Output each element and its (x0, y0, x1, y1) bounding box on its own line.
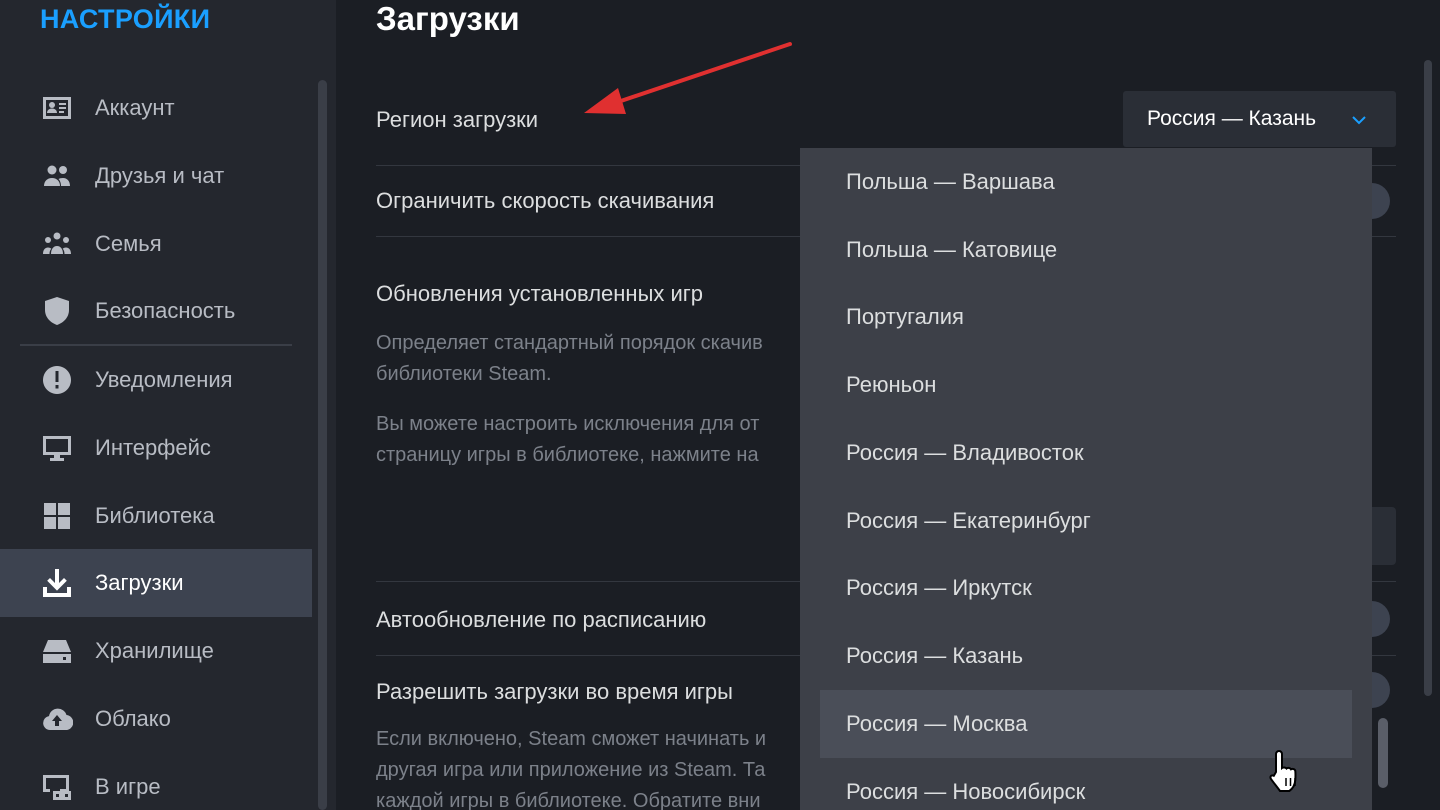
monitor-icon (40, 431, 74, 465)
description-line: библиотеки Steam. (376, 363, 552, 385)
dropdown-option[interactable]: Россия — Иркутск (820, 554, 1352, 622)
dropdown-option[interactable]: Россия — Екатеринбург (820, 487, 1352, 555)
sidebar-item-label: Хранилище (95, 638, 214, 663)
shield-icon (40, 294, 74, 328)
option-label: Россия — Владивосток (846, 440, 1084, 465)
sidebar-item-friends[interactable]: Друзья и чат (0, 142, 312, 210)
description-line: каждой игры в библиотеке. Обратите вни (376, 790, 761, 810)
updates-description: Определяет стандартный порядок скачив би… (376, 328, 816, 390)
region-label: Регион загрузки (376, 107, 539, 132)
option-label: Россия — Москва (846, 711, 1028, 736)
dropdown-option[interactable]: Польша — Катовице (820, 216, 1352, 284)
option-label: Россия — Иркутск (846, 575, 1032, 600)
description-line: Если включено, Steam сможет начинать и (376, 728, 767, 750)
drive-icon (40, 634, 74, 668)
sidebar-item-label: Аккаунт (95, 95, 175, 120)
account-card-icon (40, 91, 74, 125)
updates-exceptions-description: Вы можете настроить исключения для от ст… (376, 409, 816, 471)
description-line: страницу игры в библиотеке, нажмите на (376, 444, 759, 466)
option-label: Реюньон (846, 372, 937, 397)
allow-downloads-description: Если включено, Steam сможет начинать и д… (376, 724, 816, 810)
option-label: Россия — Новосибирск (846, 779, 1086, 804)
main-scrollbar[interactable] (1424, 60, 1432, 696)
sidebar-item-cloud[interactable]: Облако (0, 685, 312, 753)
allow-downloads-label: Разрешить загрузки во время игры (376, 679, 733, 704)
option-label: Россия — Екатеринбург (846, 508, 1091, 533)
sidebar-item-label: Друзья и чат (95, 163, 225, 188)
description-line: Вы можете настроить исключения для от (376, 413, 760, 435)
hand-cursor-icon (1269, 749, 1297, 792)
settings-sidebar: НАСТРОЙКИ Аккаунт Друзья и чат Семья Без… (0, 0, 336, 810)
sidebar-item-label: Облако (95, 706, 171, 731)
sidebar-item-storage[interactable]: Хранилище (0, 617, 312, 685)
option-label: Польша — Варшава (846, 169, 1055, 194)
sidebar-item-library[interactable]: Библиотека (0, 482, 312, 550)
sidebar-item-label: Библиотека (95, 503, 215, 528)
auto-update-label: Автообновление по расписанию (376, 607, 707, 632)
ingame-icon (40, 770, 74, 804)
sidebar-item-ingame[interactable]: В игре (0, 753, 312, 810)
dropdown-option[interactable]: Польша — Варшава (820, 148, 1352, 216)
sidebar-item-label: Загрузки (95, 570, 184, 595)
grid-icon (40, 499, 74, 533)
dropdown-option[interactable]: Португалия (820, 283, 1352, 351)
dropdown-option[interactable]: Россия — Владивосток (820, 419, 1352, 487)
dropdown-option[interactable]: Реюньон (820, 351, 1352, 419)
sidebar-item-label: Интерфейс (95, 435, 211, 460)
option-label: Россия — Казань (846, 643, 1024, 668)
sidebar-item-label: Безопасность (95, 298, 236, 323)
dropdown-scrollbar[interactable] (1378, 718, 1388, 788)
sidebar-item-security[interactable]: Безопасность (0, 277, 312, 345)
region-select[interactable]: Россия — Казань (1123, 91, 1396, 147)
sidebar-item-label: Уведомления (95, 367, 233, 392)
description-line: Определяет стандартный порядок скачив (376, 332, 763, 354)
dropdown-option[interactable]: Россия — Казань (820, 622, 1352, 690)
sidebar-scrollbar[interactable] (318, 80, 327, 810)
sidebar-item-label: Семья (95, 231, 162, 256)
family-icon (40, 227, 74, 261)
chevron-down-icon (1352, 116, 1366, 125)
alert-icon (40, 363, 74, 397)
sidebar-item-downloads[interactable]: Загрузки (0, 549, 312, 617)
option-label: Польша — Катовице (846, 237, 1058, 262)
option-label: Португалия (846, 304, 964, 329)
description-line: другая игра или приложение из Steam. Та (376, 759, 766, 781)
updates-label: Обновления установленных игр (376, 281, 704, 306)
sidebar-item-family[interactable]: Семья (0, 210, 312, 278)
cloud-icon (40, 702, 74, 736)
sidebar-item-label: В игре (95, 774, 161, 799)
region-select-value: Россия — Казань (1147, 107, 1317, 130)
region-dropdown-list: Польша — Варшава Польша — Катовице Порту… (800, 148, 1372, 810)
annotation-arrow-icon (584, 42, 792, 114)
limit-speed-label: Ограничить скорость скачивания (376, 188, 715, 213)
sidebar-item-interface[interactable]: Интерфейс (0, 414, 312, 482)
page-title: Загрузки (376, 0, 520, 37)
download-icon (40, 566, 74, 600)
sidebar-item-account[interactable]: Аккаунт (0, 74, 312, 142)
sidebar-title: НАСТРОЙКИ (40, 4, 211, 34)
sidebar-item-notifications[interactable]: Уведомления (0, 346, 312, 414)
friends-icon (40, 159, 74, 193)
